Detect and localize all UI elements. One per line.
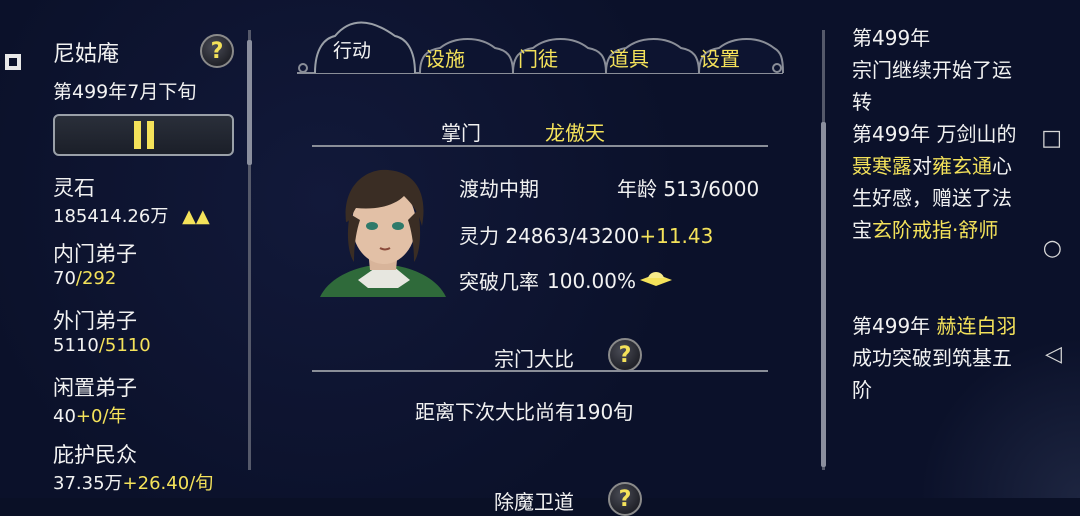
tab-action[interactable]: 行动	[333, 36, 371, 63]
stat-extra: /292	[75, 268, 117, 289]
sect-name: 尼姑庵	[53, 42, 120, 67]
log-entry: 第499年 赫连白羽 成功突破到筑基五 阶	[852, 314, 1017, 402]
next-section-help-button[interactable]: ?	[608, 482, 642, 516]
leader-name[interactable]: 龙傲天	[545, 117, 605, 146]
recent-apps-icon[interactable]: □	[1041, 126, 1062, 151]
stat-value: 70	[53, 268, 76, 289]
help-icon: ?	[618, 342, 632, 368]
help-button[interactable]: ?	[200, 34, 234, 68]
breakthrough-label: 突破几率	[459, 270, 539, 294]
help-icon: ?	[618, 486, 632, 512]
age-value: 513/6000	[663, 177, 760, 201]
tab-settings[interactable]: 设置	[700, 43, 740, 72]
stat-extra: /5110	[98, 335, 151, 356]
stat-idle-disciples: 闲置弟子 40+0/年	[53, 372, 137, 428]
tab-disciples[interactable]: 门徒	[518, 43, 558, 72]
stat-extra: +0/年	[75, 406, 127, 427]
stat-protected-people: 庇护民众 37.35万+26.40/旬	[53, 439, 213, 495]
back-icon[interactable]: ◁	[1045, 342, 1062, 367]
trend-up-icon: ▲▲	[182, 206, 210, 227]
center-scrollbar-thumb[interactable]	[821, 122, 826, 467]
home-icon[interactable]: ○	[1043, 236, 1062, 261]
left-scrollbar-thumb[interactable]	[247, 40, 252, 165]
tab-items[interactable]: 道具	[609, 43, 649, 72]
stat-inner-disciples: 内门弟子 70/292	[53, 238, 137, 289]
stat-extra: +26.40/旬	[122, 473, 214, 494]
stat-value: 40	[53, 406, 76, 427]
stat-value: 5110	[53, 335, 99, 356]
leader-title-label: 掌门	[441, 121, 481, 145]
leader-breakthrough: 突破几率 100.00%	[459, 266, 674, 295]
event-log[interactable]: 第499年 宗门继续开始了运 转 第499年 万剑山的 聂寒露对雍玄通心 生好感…	[852, 22, 1052, 406]
next-section-title: 除魔卫道	[494, 490, 574, 514]
stat-value: 185414.26万	[53, 206, 169, 227]
leader-portrait[interactable]	[318, 162, 448, 297]
tab-facilities[interactable]: 设施	[425, 43, 465, 72]
game-date: 第499年7月下旬	[53, 81, 197, 103]
power-value: 24863/43200	[505, 224, 640, 248]
help-icon: ?	[210, 38, 224, 64]
leader-age: 年龄 513/6000	[617, 173, 759, 202]
power-gain: +11.43	[639, 224, 714, 248]
puzzle-icon[interactable]	[3, 52, 23, 72]
divider	[312, 145, 768, 147]
stat-label: 灵石	[53, 176, 95, 200]
leader-realm: 渡劫中期	[459, 177, 539, 201]
log-entry: 第499年 宗门继续开始了运 转	[852, 26, 1012, 114]
stat-value: 37.35万	[53, 473, 123, 494]
tournament-help-button[interactable]: ?	[608, 338, 642, 372]
tournament-title: 宗门大比	[494, 347, 574, 371]
stat-label: 外门弟子	[53, 309, 137, 333]
pause-icon	[131, 121, 157, 149]
leader-power: 灵力 24863/43200+11.43	[459, 220, 713, 249]
stat-label: 闲置弟子	[53, 376, 137, 400]
stat-spirit-stones: 灵石 185414.26万 ▲▲	[53, 172, 210, 228]
age-label: 年龄	[617, 177, 657, 201]
stat-label: 内门弟子	[53, 242, 137, 266]
tournament-countdown: 距离下次大比尚有190旬	[415, 400, 634, 424]
stat-outer-disciples: 外门弟子 5110/5110	[53, 305, 151, 356]
breakthrough-value: 100.00%	[547, 268, 636, 293]
power-label: 灵力	[459, 224, 499, 248]
lotus-icon[interactable]	[638, 266, 674, 295]
divider	[312, 370, 768, 372]
pause-button[interactable]	[53, 114, 234, 156]
stat-label: 庇护民众	[53, 443, 137, 467]
log-entry: 第499年 万剑山的 聂寒露对雍玄通心 生好感，赠送了法 宝玄阶戒指·舒师	[852, 122, 1017, 242]
